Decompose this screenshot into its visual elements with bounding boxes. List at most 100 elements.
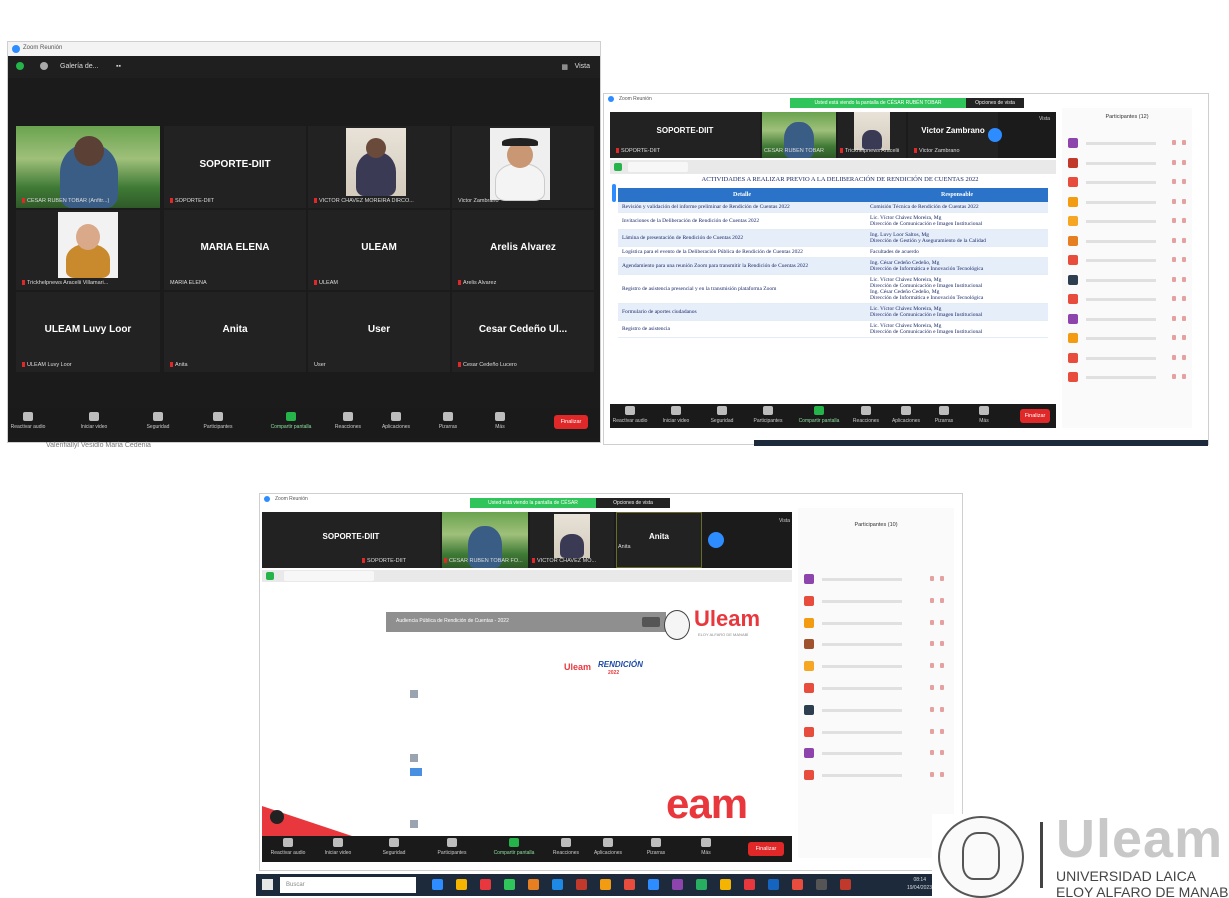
video-tile[interactable]: Trickhelpnews Aracelii	[838, 112, 906, 158]
video-tile[interactable]: VICTOR CHAVEZ MOREIRA DIRCO...	[308, 126, 450, 208]
view-grid-icon[interactable]: ▦	[561, 63, 568, 71]
info-icon[interactable]	[40, 62, 48, 70]
video-tile[interactable]: ULEAM ULEAM	[308, 210, 450, 290]
browser-icon[interactable]	[266, 572, 274, 580]
unmute-button[interactable]: Reactivar audio	[8, 412, 48, 430]
search-icon[interactable]	[642, 617, 660, 627]
security-button[interactable]: Seguridad	[702, 406, 742, 424]
browser-tab[interactable]	[284, 571, 374, 581]
taskbar-app-icon[interactable]	[672, 879, 683, 890]
video-tile[interactable]: Anita Anita	[616, 512, 702, 568]
start-video-button[interactable]: Iniciar video	[656, 406, 696, 424]
taskbar-app-icon[interactable]	[720, 879, 731, 890]
share-screen-button[interactable]: Compartir pantalla	[796, 406, 842, 424]
participant-row[interactable]	[804, 704, 944, 715]
pen-tool-icon[interactable]	[270, 810, 284, 824]
video-tile[interactable]: Victor Zambrano	[452, 126, 594, 208]
video-tile[interactable]: Cesar Cedeño Ul... Cesar Cedeño Lucero	[452, 292, 594, 372]
start-video-button[interactable]: Iniciar video	[318, 838, 358, 856]
apps-button[interactable]: Aplicaciones	[588, 838, 628, 856]
taskbar-app-icon[interactable]	[480, 879, 491, 890]
doc-scrollbar[interactable]	[612, 184, 616, 202]
taskbar-app-icon[interactable]	[744, 879, 755, 890]
start-video-button[interactable]: Iniciar video	[74, 412, 114, 430]
video-tile[interactable]: VICTOR CHAVEZ MO...	[530, 512, 614, 568]
unmute-button[interactable]: Reactivar audio	[268, 838, 308, 856]
more-button[interactable]: Más	[480, 412, 520, 430]
participant-row[interactable]	[804, 770, 944, 781]
whiteboards-button[interactable]: Pizarras	[428, 412, 468, 430]
video-tile[interactable]: CESAR RUBEN TOBAR	[762, 112, 836, 158]
video-tile[interactable]: CESAR RUBEN TOBAR (Anfitr...)	[16, 126, 160, 208]
unmute-button[interactable]: Reactivar audio	[610, 406, 650, 424]
participants-button[interactable]: Participantes	[748, 406, 788, 424]
participant-row[interactable]	[804, 748, 944, 759]
participant-row[interactable]	[804, 595, 944, 606]
browser-tab[interactable]	[628, 162, 688, 172]
video-tile[interactable]: SOPORTE-DIIT SOPORTE-DIIT	[262, 512, 440, 568]
video-tile[interactable]: MARIA ELENA MARIA ELENA	[164, 210, 306, 290]
end-meeting-button[interactable]: Finalizar	[1020, 409, 1050, 423]
whiteboards-button[interactable]: Pizarras	[636, 838, 676, 856]
video-tile[interactable]: Victor Zambrano Victor Zambrano	[908, 112, 998, 158]
whiteboards-button[interactable]: Pizarras	[924, 406, 964, 424]
participant-row[interactable]	[804, 639, 944, 650]
view-button[interactable]: Vista	[779, 518, 790, 524]
browser-icon[interactable]	[614, 163, 622, 171]
participant-row[interactable]	[1068, 294, 1186, 304]
participant-row[interactable]	[804, 726, 944, 737]
participant-row[interactable]	[804, 574, 944, 584]
participant-row[interactable]	[804, 617, 944, 628]
participants-button[interactable]: Participantes	[198, 412, 238, 430]
participant-row[interactable]	[1068, 138, 1186, 148]
taskbar-app-icon[interactable]	[792, 879, 803, 890]
security-button[interactable]: Seguridad	[374, 838, 414, 856]
video-tile[interactable]: Anita Anita	[164, 292, 306, 372]
more-button[interactable]: Más	[686, 838, 726, 856]
participant-row[interactable]	[1068, 216, 1186, 226]
taskbar-app-icon[interactable]	[768, 879, 779, 890]
participant-row[interactable]	[1068, 196, 1186, 207]
view-options-button[interactable]: Opciones de vista	[966, 98, 1024, 108]
slide-thumbnail-icon[interactable]	[410, 768, 422, 776]
video-tile[interactable]: User User	[308, 292, 450, 372]
taskbar-app-icon[interactable]	[528, 879, 539, 890]
participant-row[interactable]	[1068, 255, 1186, 265]
participant-row[interactable]	[1068, 352, 1186, 363]
taskbar-app-icon[interactable]	[576, 879, 587, 890]
video-tile[interactable]: Trickhelpnews Aracelii Villamari...	[16, 210, 160, 290]
reactions-button[interactable]: Reacciones	[328, 412, 368, 430]
more-button[interactable]: Más	[964, 406, 1004, 424]
participant-row[interactable]	[1068, 372, 1186, 382]
participant-row[interactable]	[1068, 235, 1186, 246]
participant-row[interactable]	[1068, 177, 1186, 187]
participant-row[interactable]	[1068, 313, 1186, 324]
end-meeting-button[interactable]: Finalizar	[748, 842, 784, 856]
taskbar-app-icon[interactable]	[552, 879, 563, 890]
share-screen-button[interactable]: Compartir pantalla	[488, 838, 540, 856]
gallery-label[interactable]: Galería de...	[60, 63, 99, 70]
apps-button[interactable]: Aplicaciones	[886, 406, 926, 424]
participants-button[interactable]: Participantes	[432, 838, 472, 856]
view-button[interactable]: Vista	[1039, 116, 1050, 122]
participant-row[interactable]	[804, 661, 944, 672]
participant-row[interactable]	[804, 683, 944, 693]
taskbar-app-icon[interactable]	[600, 879, 611, 890]
participant-row[interactable]	[1068, 333, 1186, 343]
video-tile[interactable]: CESAR RUBEN TOBAR FO...	[442, 512, 528, 568]
view-button[interactable]: Vista	[575, 63, 590, 70]
reactions-button[interactable]: Reacciones	[846, 406, 886, 424]
end-meeting-button[interactable]: Finalizar	[554, 415, 588, 429]
slide-thumbnail-icon[interactable]	[410, 820, 418, 828]
next-page-icon[interactable]	[708, 532, 724, 548]
share-screen-button[interactable]: Compartir pantalla	[264, 412, 318, 430]
taskbar-app-icon[interactable]	[648, 879, 659, 890]
video-tile[interactable]: SOPORTE-DIIT SOPORTE-DIIT	[610, 112, 760, 158]
apps-button[interactable]: Aplicaciones	[376, 412, 416, 430]
taskbar-search[interactable]: Buscar	[280, 877, 416, 893]
taskbar-app-icon[interactable]	[504, 879, 515, 890]
participant-row[interactable]	[1068, 157, 1186, 168]
taskbar-app-icon[interactable]	[432, 879, 443, 890]
taskbar-app-icon[interactable]	[624, 879, 635, 890]
video-tile[interactable]: ULEAM Luvy Loor ULEAM Luvy Loor	[16, 292, 160, 372]
